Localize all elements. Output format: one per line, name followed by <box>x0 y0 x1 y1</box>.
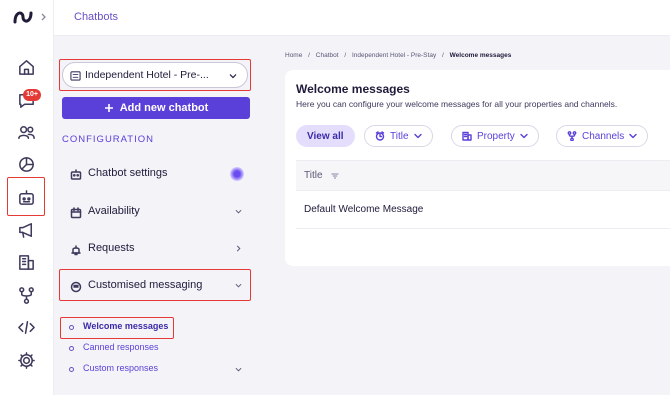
nav-label: Chatbot settings <box>88 167 168 179</box>
settings-icon[interactable] <box>14 348 38 372</box>
bot-icon <box>70 168 82 180</box>
configuration-heading: CONFIGURATION <box>62 134 154 145</box>
chatbot-icon[interactable] <box>14 185 38 209</box>
breadcrumb-separator: / <box>442 52 444 59</box>
customised-messaging-highlight <box>59 269 251 301</box>
breadcrumb-current: Welcome messages <box>449 52 512 59</box>
filter-title[interactable]: Title <box>364 125 433 147</box>
chevron-down-icon <box>413 133 422 139</box>
filter-label: Title <box>390 130 409 142</box>
filter-view-all[interactable]: View all <box>296 125 355 147</box>
filter-channels[interactable]: Channels <box>556 125 649 147</box>
alarm-clock-icon <box>375 131 385 141</box>
integrations-icon[interactable] <box>14 283 38 307</box>
home-icon[interactable] <box>14 55 38 79</box>
welcome-messages-card: Welcome messages Here you can configure … <box>285 70 670 266</box>
sub-item-label: Custom responses <box>83 363 159 373</box>
nav-item-chatbot-settings[interactable]: Chatbot settings <box>62 160 250 188</box>
top-bar: Chatbots <box>54 0 670 36</box>
code-icon[interactable] <box>14 315 38 339</box>
chevron-down-icon <box>235 367 242 372</box>
chatbot-sidebar: Independent Hotel - Pre-... Add new chat… <box>54 36 258 395</box>
sort-icon[interactable] <box>331 173 339 179</box>
chevron-down-icon <box>629 133 637 139</box>
breadcrumb-home[interactable]: Home <box>285 52 302 59</box>
campaigns-icon[interactable] <box>14 218 38 242</box>
chevron-down-icon <box>235 209 242 214</box>
properties-icon[interactable] <box>14 250 38 274</box>
page-title: Welcome messages <box>296 82 410 96</box>
calendar-icon <box>70 206 82 219</box>
breadcrumb-separator: / <box>308 52 310 59</box>
breadcrumb-chatbot[interactable]: Chatbot <box>316 52 339 59</box>
bell-icon <box>70 243 82 256</box>
table-row[interactable]: Default Welcome Message <box>296 191 670 229</box>
app-window: 10+ Chatbots Independent Hotel - Pre-...… <box>0 0 670 395</box>
notification-badge: 10+ <box>23 89 41 101</box>
sub-item-label: Canned responses <box>83 342 159 352</box>
logo-icon[interactable] <box>12 7 52 27</box>
filter-label: Channels <box>582 130 625 142</box>
channels-icon <box>567 131 577 141</box>
breadcrumb-separator: / <box>344 52 347 59</box>
nav-label: Availability <box>88 205 140 217</box>
bullet-icon <box>69 346 74 351</box>
building-icon <box>462 131 472 141</box>
bullet-icon <box>69 367 74 372</box>
page-section-title: Chatbots <box>74 11 119 23</box>
welcome-messages-highlight <box>60 317 174 339</box>
main-content: Home / Chatbot / Independent Hotel - Pre… <box>258 36 670 395</box>
analytics-icon[interactable] <box>14 152 38 176</box>
chevron-down-icon <box>520 133 528 139</box>
column-header-title[interactable]: Title <box>304 170 323 181</box>
nav-label: Requests <box>88 242 135 254</box>
plus-icon <box>104 104 113 112</box>
page-description: Here you can configure your welcome mess… <box>296 99 618 109</box>
status-dot <box>230 167 244 181</box>
breadcrumb: Home / Chatbot / Independent Hotel - Pre… <box>285 52 515 59</box>
sub-item-custom-responses[interactable]: Custom responses <box>62 362 250 378</box>
filter-label: Property <box>477 130 515 142</box>
nav-item-availability[interactable]: Availability <box>62 198 250 226</box>
nav-item-requests[interactable]: Requests <box>62 235 250 263</box>
guests-icon[interactable] <box>14 120 38 144</box>
filter-property[interactable]: Property <box>451 125 539 147</box>
table-cell-title: Default Welcome Message <box>304 204 424 215</box>
filter-label: View all <box>307 130 344 142</box>
add-chatbot-label: Add new chatbot <box>119 102 209 114</box>
add-chatbot-button[interactable]: Add new chatbot <box>62 97 250 119</box>
property-select-highlight <box>59 59 251 91</box>
table-header: Title <box>296 160 670 191</box>
icon-rail: 10+ <box>0 0 54 395</box>
chevron-right-icon <box>236 245 241 252</box>
breadcrumb-property[interactable]: Independent Hotel - Pre-Stay <box>352 52 436 59</box>
